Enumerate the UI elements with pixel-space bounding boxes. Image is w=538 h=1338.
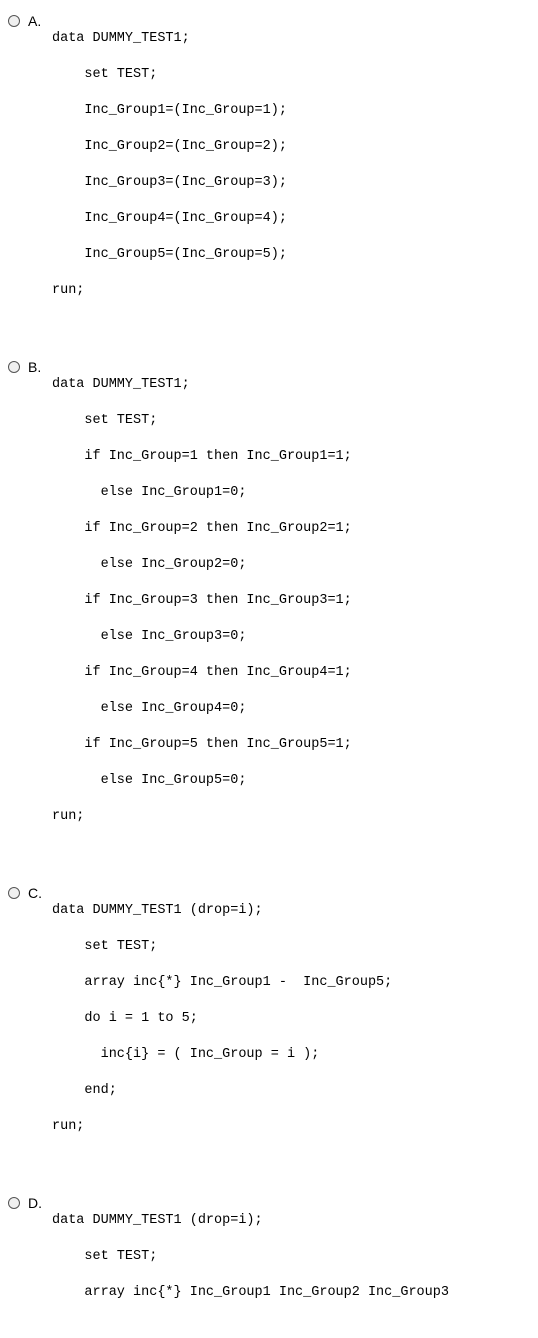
code-line: if Inc_Group=2 then Inc_Group2=1;: [52, 520, 538, 538]
radio-a[interactable]: [8, 15, 20, 27]
code-line: run;: [52, 1118, 538, 1136]
radio-d[interactable]: [8, 1197, 20, 1209]
radio-container: [8, 884, 28, 904]
option-letter: A.: [28, 12, 52, 29]
code-block-d: data DUMMY_TEST1 (drop=i); set TEST; arr…: [52, 1194, 538, 1338]
radio-container: [8, 12, 28, 32]
code-line: if Inc_Group=5 then Inc_Group5=1;: [52, 736, 538, 754]
code-line: else Inc_Group4=0;: [52, 700, 538, 718]
code-line: else Inc_Group5=0;: [52, 772, 538, 790]
code-line: else Inc_Group3=0;: [52, 628, 538, 646]
code-line: Inc_Group1=(Inc_Group=1);: [52, 102, 538, 120]
code-line: set TEST;: [52, 938, 538, 956]
code-line: else Inc_Group1=0;: [52, 484, 538, 502]
option-letter: B.: [28, 358, 52, 375]
radio-b[interactable]: [8, 361, 20, 373]
code-line: do i = 1 to 5;: [52, 1010, 538, 1028]
code-line: end;: [52, 1082, 538, 1100]
code-line: Inc_Group4=(Inc_Group=4);: [52, 210, 538, 228]
code-block-b: data DUMMY_TEST1; set TEST; if Inc_Group…: [52, 358, 538, 862]
option-c: C. data DUMMY_TEST1 (drop=i); set TEST; …: [8, 884, 538, 1172]
code-line: data DUMMY_TEST1;: [52, 30, 538, 48]
code-line: data DUMMY_TEST1 (drop=i);: [52, 902, 538, 920]
code-line: array inc{*} Inc_Group1 - Inc_Group5;: [52, 974, 538, 992]
code-line: array inc{*} Inc_Group1 Inc_Group2 Inc_G…: [52, 1284, 538, 1302]
option-b: B. data DUMMY_TEST1; set TEST; if Inc_Gr…: [8, 358, 538, 862]
code-line: inc{i} = ( Inc_Group = i );: [52, 1046, 538, 1064]
code-line: if Inc_Group=3 then Inc_Group3=1;: [52, 592, 538, 610]
code-line: set TEST;: [52, 66, 538, 84]
code-line: data DUMMY_TEST1;: [52, 376, 538, 394]
code-line: run;: [52, 808, 538, 826]
code-line: Inc_Group2=(Inc_Group=2);: [52, 138, 538, 156]
radio-c[interactable]: [8, 887, 20, 899]
code-line: run;: [52, 282, 538, 300]
option-d: D. data DUMMY_TEST1 (drop=i); set TEST; …: [8, 1194, 538, 1338]
code-line: set TEST;: [52, 1248, 538, 1266]
code-block-c: data DUMMY_TEST1 (drop=i); set TEST; arr…: [52, 884, 538, 1172]
code-line: Inc_Group3=(Inc_Group=3);: [52, 174, 538, 192]
code-line: data DUMMY_TEST1 (drop=i);: [52, 1212, 538, 1230]
option-letter: D.: [28, 1194, 52, 1211]
code-line: Inc_Group5=(Inc_Group=5);: [52, 246, 538, 264]
code-line: if Inc_Group=1 then Inc_Group1=1;: [52, 448, 538, 466]
option-letter: C.: [28, 884, 52, 901]
code-line: set TEST;: [52, 412, 538, 430]
radio-container: [8, 358, 28, 378]
code-line: else Inc_Group2=0;: [52, 556, 538, 574]
radio-container: [8, 1194, 28, 1214]
code-line: if Inc_Group=4 then Inc_Group4=1;: [52, 664, 538, 682]
option-a: A. data DUMMY_TEST1; set TEST; Inc_Group…: [8, 12, 538, 336]
code-block-a: data DUMMY_TEST1; set TEST; Inc_Group1=(…: [52, 12, 538, 336]
